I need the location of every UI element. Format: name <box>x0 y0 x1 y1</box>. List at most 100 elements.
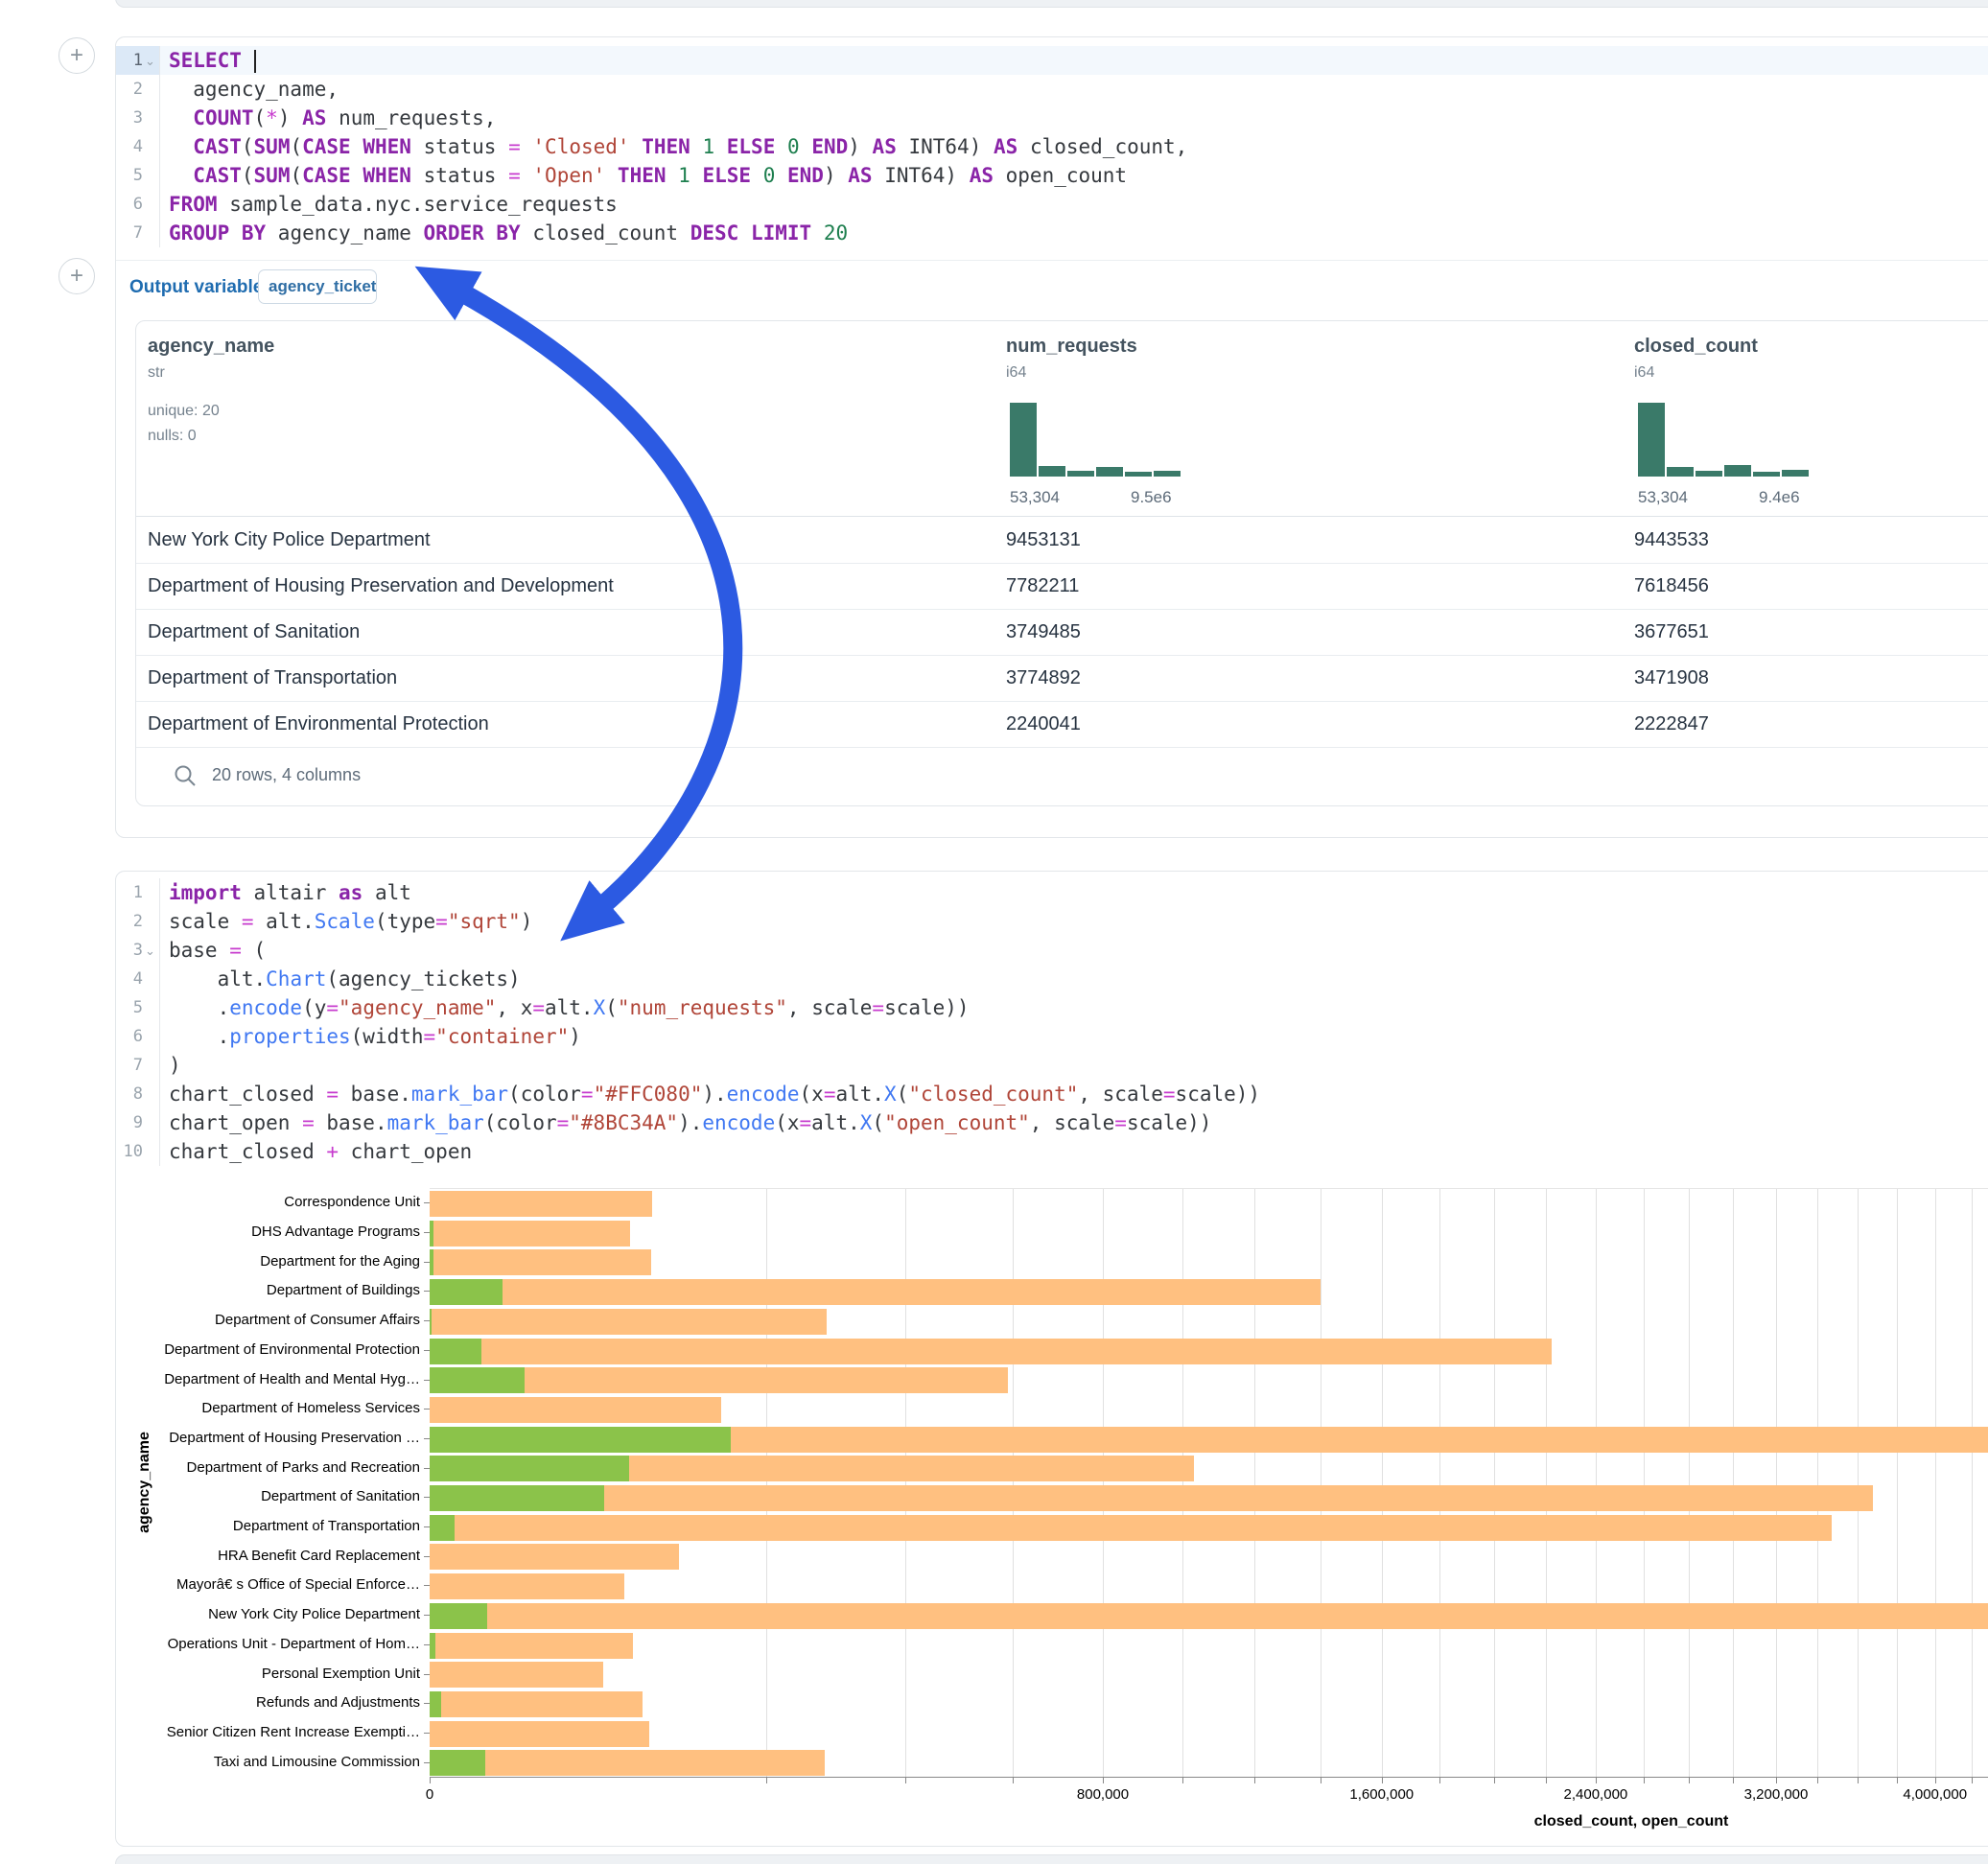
open_count-bar[interactable] <box>430 1427 731 1453</box>
column-type: i64 <box>1634 364 1654 382</box>
table-cell-num_requests: 3774892 <box>1006 655 1081 701</box>
sql-line-6[interactable]: 6FROM sample_data.nyc.service_requests <box>116 190 1988 219</box>
add-cell-button-top[interactable]: + <box>58 37 95 74</box>
gridline <box>1733 1189 1734 1778</box>
open_count-bar[interactable] <box>430 1603 487 1629</box>
open_count-bar[interactable] <box>430 1691 441 1717</box>
y-axis-label: DHS Advantage Programs <box>132 1223 420 1240</box>
x-axis-tick <box>1689 1778 1690 1783</box>
open_count-bar[interactable] <box>430 1456 629 1481</box>
closed_count-bar[interactable] <box>430 1397 721 1423</box>
line-number: 7 <box>116 219 160 247</box>
add-cell-button-output[interactable]: + <box>58 258 95 294</box>
closed_count-bar[interactable] <box>430 1721 649 1747</box>
y-axis-label: Refunds and Adjustments <box>132 1694 420 1711</box>
code-text: GROUP BY agency_name ORDER BY closed_cou… <box>160 221 848 245</box>
closed_count-bar[interactable] <box>430 1573 624 1599</box>
y-axis-label: HRA Benefit Card Replacement <box>132 1548 420 1564</box>
table-cell-closed_count: 3471908 <box>1634 655 1709 701</box>
x-axis-tick-label: 3,200,000 <box>1744 1786 1809 1803</box>
sql-line-3[interactable]: 3 COUNT(*) AS num_requests, <box>116 104 1988 132</box>
sql-line-1[interactable]: 1⌄SELECT <box>116 46 1988 75</box>
sql-line-5[interactable]: 5 CAST(SUM(CASE WHEN status = 'Open' THE… <box>116 161 1988 190</box>
fold-chevron-icon[interactable]: ⌄ <box>143 55 157 67</box>
closed_count-bar[interactable] <box>430 1662 603 1688</box>
sql-line-2[interactable]: 2 agency_name, <box>116 75 1988 104</box>
gridline <box>1972 1189 1973 1778</box>
gridline <box>1254 1189 1255 1778</box>
closed_count-bar[interactable] <box>430 1544 679 1570</box>
x-axis-tick-label: 1,600,000 <box>1349 1786 1414 1803</box>
column-header-closed_count[interactable]: closed_count <box>1634 336 1758 358</box>
x-axis-tick <box>1935 1778 1936 1783</box>
histogram-bar <box>1667 467 1694 477</box>
closed_count-bar[interactable] <box>430 1515 1832 1541</box>
x-axis-tick <box>1733 1778 1734 1783</box>
y-axis-label: Department of Parks and Recreation <box>132 1459 420 1476</box>
x-axis-tick-label: 800,000 <box>1077 1786 1129 1803</box>
open_count-bar[interactable] <box>430 1485 604 1511</box>
open_count-bar[interactable] <box>430 1221 433 1247</box>
histogram-min-label: 53,304 <box>1638 488 1688 507</box>
x-axis-tick <box>1972 1778 1973 1783</box>
table-row[interactable]: Department of Environmental Protection22… <box>136 701 1988 748</box>
python-cell: 1import altair as alt2scale = alt.Scale(… <box>115 871 1988 1847</box>
closed_count-bar[interactable] <box>430 1633 633 1659</box>
open_count-bar[interactable] <box>430 1515 455 1541</box>
y-axis-label: Department of Sanitation <box>132 1488 420 1504</box>
output-variable-label: Output variable: <box>129 277 269 298</box>
closed_count-bar[interactable] <box>430 1249 651 1275</box>
column-histogram-closed_count[interactable] <box>1638 403 1811 477</box>
open_count-bar[interactable] <box>430 1367 525 1393</box>
closed_count-bar[interactable] <box>430 1191 652 1217</box>
column-header-num_requests[interactable]: num_requests <box>1006 336 1137 358</box>
table-cell-num_requests: 2240041 <box>1006 701 1081 747</box>
gridline <box>1013 1189 1014 1778</box>
open_count-bar[interactable] <box>430 1750 485 1776</box>
closed_count-bar[interactable] <box>430 1279 1321 1305</box>
table-cell-agency_name: New York City Police Department <box>148 517 431 563</box>
closed_count-bar[interactable] <box>430 1309 827 1335</box>
x-axis-tick <box>1382 1778 1383 1783</box>
sql-line-7[interactable]: 7GROUP BY agency_name ORDER BY closed_co… <box>116 219 1988 247</box>
y-axis-label: Mayorâ€ s Office of Special Enforce… <box>132 1576 420 1593</box>
histogram-bar <box>1154 471 1181 477</box>
search-icon[interactable] <box>173 763 198 788</box>
closed_count-bar[interactable] <box>430 1485 1873 1511</box>
y-axis-label: Correspondence Unit <box>132 1194 420 1210</box>
sql-line-4[interactable]: 4 CAST(SUM(CASE WHEN status = 'Closed' T… <box>116 132 1988 161</box>
x-axis-tick <box>1494 1778 1495 1783</box>
table-row[interactable]: Department of Transportation377489234719… <box>136 655 1988 702</box>
histogram-max-label: 9.4e6 <box>1759 488 1800 507</box>
table-row[interactable]: New York City Police Department945313194… <box>136 517 1988 564</box>
open_count-bar[interactable] <box>430 1309 432 1335</box>
line-number: 2 <box>116 75 160 104</box>
column-histogram-num_requests[interactable] <box>1010 403 1182 477</box>
open_count-bar[interactable] <box>430 1279 503 1305</box>
closed_count-bar[interactable] <box>430 1221 630 1247</box>
open_count-bar[interactable] <box>430 1249 433 1275</box>
table-row[interactable]: Department of Sanitation37494853677651 <box>136 609 1988 656</box>
closed_count-bar[interactable] <box>430 1750 825 1776</box>
closed_count-bar[interactable] <box>430 1603 1988 1629</box>
open_count-bar[interactable] <box>430 1339 481 1364</box>
table-cell-num_requests: 9453131 <box>1006 517 1081 563</box>
x-axis-tick <box>430 1778 431 1783</box>
closed_count-bar[interactable] <box>430 1691 643 1717</box>
x-axis-tick-label: 0 <box>426 1786 433 1803</box>
output-variable-chip[interactable]: agency_tickets <box>258 269 377 304</box>
histogram-bar <box>1039 466 1065 477</box>
x-axis-tick <box>1546 1778 1547 1783</box>
line-number: 6 <box>116 190 160 219</box>
table-cell-agency_name: Department of Sanitation <box>148 609 360 655</box>
histogram-max-label: 9.5e6 <box>1131 488 1172 507</box>
gridline <box>905 1189 906 1778</box>
open_count-bar[interactable] <box>430 1633 435 1659</box>
column-header-agency_name[interactable]: agency_name <box>148 336 274 358</box>
table-row[interactable]: Department of Housing Preservation and D… <box>136 563 1988 610</box>
closed_count-bar[interactable] <box>430 1339 1552 1364</box>
x-axis-tick <box>1897 1778 1898 1783</box>
y-axis-label: Department for the Aging <box>132 1253 420 1270</box>
sql-code-editor[interactable]: 1⌄SELECT 2 agency_name,3 COUNT(*) AS num… <box>116 46 1988 247</box>
y-axis-label: Department of Environmental Protection <box>132 1341 420 1358</box>
